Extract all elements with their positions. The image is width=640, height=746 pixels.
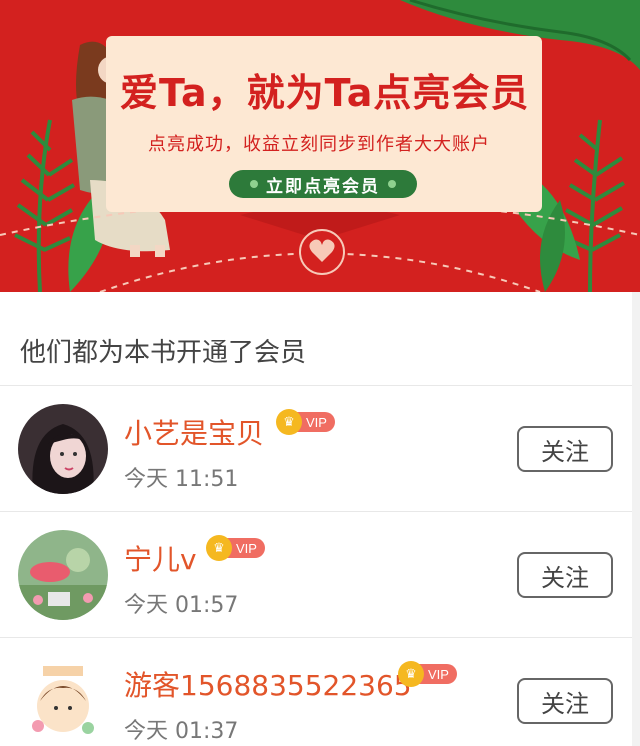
membership-banner[interactable]: 爱Ta，就为Ta点亮会员 点亮成功，收益立刻同步到作者大大账户 立即点亮会员 [0, 0, 640, 292]
crown-icon: ♛ [398, 661, 424, 687]
member-name[interactable]: 宁儿v [124, 538, 197, 578]
member-time: 今天 11:51 [124, 467, 239, 492]
avatar[interactable] [18, 404, 108, 494]
vip-badge: ♛ VIP [206, 535, 265, 561]
follow-button[interactable]: 关注 [517, 426, 613, 472]
scrollbar[interactable] [632, 292, 640, 746]
banner-title: 爱Ta，就为Ta点亮会员 [120, 71, 530, 115]
vip-badge: ♛ VIP [276, 409, 335, 435]
banner-subtitle: 点亮成功，收益立刻同步到作者大大账户 [148, 134, 490, 155]
member-time: 今天 01:57 [124, 593, 239, 618]
member-name[interactable]: 游客1568835522365 [124, 664, 412, 704]
dot-icon [250, 180, 258, 188]
light-up-membership-label: 立即点亮会员 [266, 176, 380, 197]
crown-icon: ♛ [276, 409, 302, 435]
follow-button[interactable]: 关注 [517, 678, 613, 724]
follow-button[interactable]: 关注 [517, 552, 613, 598]
member-name[interactable]: 小艺是宝贝 [124, 412, 264, 452]
section-title: 他们都为本书开通了会员 [20, 338, 307, 368]
member-row: 游客1568835522365 ♛ VIP 今天 01:37 关注 [0, 638, 640, 746]
crown-icon: ♛ [206, 535, 232, 561]
member-row: 宁儿v ♛ VIP 今天 01:57 关注 [0, 512, 640, 638]
member-row: 小艺是宝贝 ♛ VIP 今天 11:51 关注 [0, 386, 640, 512]
member-time: 今天 01:37 [124, 719, 239, 744]
avatar[interactable] [18, 530, 108, 620]
dot-icon [388, 180, 396, 188]
vip-badge: ♛ VIP [398, 661, 457, 687]
avatar[interactable] [18, 656, 108, 746]
light-up-membership-button[interactable]: 立即点亮会员 [229, 170, 417, 198]
